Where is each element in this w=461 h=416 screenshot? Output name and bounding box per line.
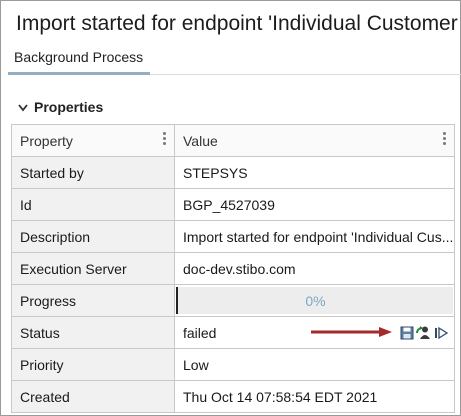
tab-background-process[interactable]: Background Process <box>14 49 143 65</box>
table-row: Status failed <box>11 316 455 349</box>
progress-text: 0% <box>305 293 326 309</box>
table-row: Execution Server doc-dev.stibo.com <box>11 252 455 285</box>
save-icon[interactable] <box>400 326 414 343</box>
status-value: failed <box>183 324 217 341</box>
annotation-arrow <box>311 327 392 337</box>
status-actions <box>400 325 449 343</box>
table-row: Id BGP_4527039 <box>11 188 455 221</box>
refresh-user-icon[interactable] <box>416 325 432 343</box>
page-title: Import started for endpoint 'Individual … <box>16 12 461 35</box>
column-label: Value <box>183 132 218 149</box>
column-header-property[interactable]: Property <box>11 124 175 157</box>
step-forward-icon[interactable] <box>434 326 449 343</box>
properties-table: Property Value Started by STEPSYS Id BGP… <box>11 124 455 413</box>
table-row: Created Thu Oct 14 07:58:54 EDT 2021 <box>11 380 455 413</box>
row-label: Priority <box>11 348 175 381</box>
properties-section-header[interactable]: Properties <box>18 99 103 115</box>
progress-cell: 0% <box>174 284 455 317</box>
row-value: BGP_4527039 <box>174 188 455 221</box>
row-label: Id <box>11 188 175 221</box>
row-label: Started by <box>11 156 175 189</box>
row-label: Created <box>11 380 175 413</box>
table-header-row: Property Value <box>11 124 455 157</box>
status-cell: failed <box>174 316 455 349</box>
column-header-value[interactable]: Value <box>174 124 455 157</box>
row-label: Description <box>11 220 175 253</box>
row-label: Status <box>11 316 175 349</box>
column-menu-icon[interactable] <box>443 132 446 147</box>
table-row: Progress 0% <box>11 284 455 317</box>
column-label: Property <box>20 132 73 149</box>
row-label: Progress <box>11 284 175 317</box>
column-menu-icon[interactable] <box>163 132 166 147</box>
section-title: Properties <box>34 99 104 115</box>
table-row: Started by STEPSYS <box>11 156 455 189</box>
table-row: Priority Low <box>11 348 455 381</box>
row-value: Import started for endpoint 'Individual … <box>174 220 455 253</box>
row-value: Low <box>174 348 455 381</box>
row-value: STEPSYS <box>174 156 455 189</box>
table-row: Description Import started for endpoint … <box>11 220 455 253</box>
chevron-down-icon[interactable] <box>18 99 34 115</box>
row-value: doc-dev.stibo.com <box>174 252 455 285</box>
row-value: Thu Oct 14 07:58:54 EDT 2021 <box>174 380 455 413</box>
tab-divider <box>150 74 461 75</box>
progress-bar: 0% <box>176 287 453 314</box>
active-tab-indicator <box>8 72 150 75</box>
row-label: Execution Server <box>11 252 175 285</box>
